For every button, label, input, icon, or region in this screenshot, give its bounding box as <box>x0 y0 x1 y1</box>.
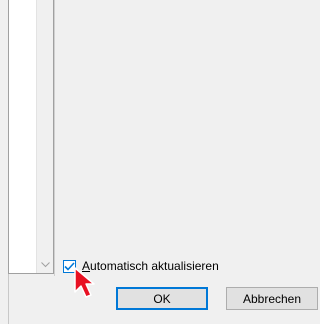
list-box[interactable] <box>8 0 54 274</box>
mouse-cursor-icon <box>74 267 95 298</box>
list-scrollbar[interactable] <box>36 0 53 273</box>
chevron-down-icon[interactable] <box>37 256 53 273</box>
cancel-button[interactable]: Abbrechen <box>226 287 318 310</box>
ok-button[interactable]: OK <box>116 287 208 310</box>
auto-update-label-text: utomatisch aktualisieren <box>90 259 219 273</box>
dialog: Automatisch aktualisieren OK Abbrechen <box>0 0 320 324</box>
preview-panel <box>54 0 320 276</box>
divider <box>8 274 9 324</box>
